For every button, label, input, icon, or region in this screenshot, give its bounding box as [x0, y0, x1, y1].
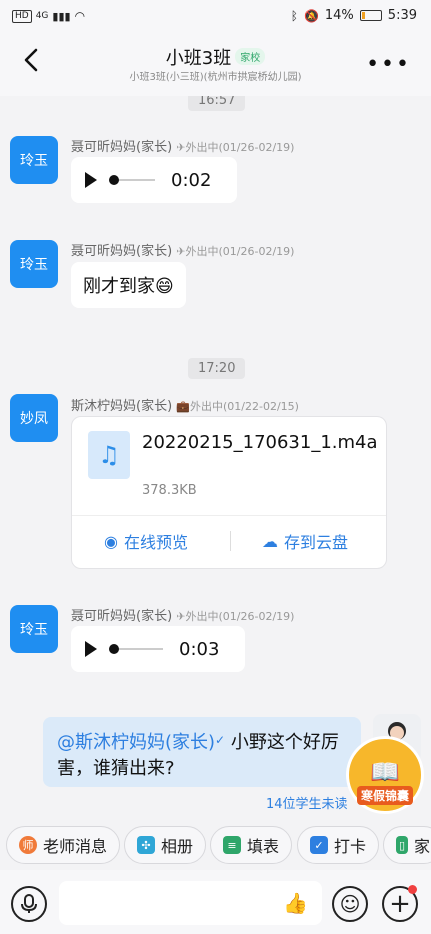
quick-action-bar[interactable]: 师老师消息 ✣ 相册 ≡ 填表 ✓ 打卡 ▯ 家	[0, 826, 431, 870]
time-divider: 17:20	[188, 358, 246, 379]
sender-status: 外出中(01/26-02/19)	[185, 245, 295, 258]
travel-icon: ✈	[176, 141, 186, 154]
briefcase-icon: 💼	[176, 400, 190, 413]
quick-label: 填表	[247, 837, 280, 856]
voice-progress	[109, 175, 155, 185]
voice-input-button[interactable]	[11, 886, 47, 922]
my-message[interactable]: @斯沐柠妈妈(家长)✓ 小野这个好厉害，谁猜出来?	[43, 717, 361, 787]
verified-icon: ✓	[215, 733, 226, 747]
sender-status: 外出中(01/26-02/19)	[185, 141, 295, 154]
plus-icon: +	[389, 889, 411, 919]
travel-icon: ✈	[176, 245, 186, 258]
thumbs-up-icon[interactable]: 👍	[283, 891, 308, 915]
checkin-icon: ✓	[310, 836, 328, 854]
mute-icon: 🔕	[303, 8, 319, 23]
message-text: 刚才到家	[83, 276, 155, 297]
smiley-icon: ☺	[339, 892, 361, 916]
file-name: 20220215_170631_1.m4a	[142, 432, 378, 453]
network-type: 4G	[35, 11, 49, 21]
sender-line: 聂可昕妈妈(家长) ✈外出中(01/26-02/19)	[71, 605, 294, 624]
fill-form-button[interactable]: ≡ 填表	[210, 826, 293, 864]
bluetooth-icon: ᛒ	[290, 8, 298, 23]
save-label: 存到云盘	[284, 533, 349, 552]
form-icon: ≡	[223, 836, 241, 854]
avatar[interactable]: 妙凤	[10, 394, 58, 442]
sender-name: 聂可昕妈妈(家长)	[71, 244, 173, 259]
message-input[interactable]: 👍	[59, 881, 322, 925]
mention-link[interactable]: @斯沐柠妈妈(家长)	[57, 732, 215, 753]
cloud-icon: ☁	[262, 531, 278, 551]
audio-file-icon: ♫	[88, 431, 130, 479]
status-bar: HD 4G ▮▮▮ ◠ ᛒ 🔕 14% 5:39	[0, 0, 431, 34]
preview-label: 在线预览	[123, 533, 188, 552]
input-bar: 👍 ☺ +	[0, 870, 431, 934]
teacher-message-button[interactable]: 师老师消息	[6, 826, 121, 864]
sender-status: 外出中(01/26-02/19)	[185, 610, 295, 623]
battery-percent: 14%	[324, 8, 354, 23]
voice-duration: 0:03	[179, 638, 220, 660]
file-message[interactable]: ♫ 20220215_170631_1.m4a 378.3KB ◉ 在线预览 ☁ 存…	[71, 416, 387, 569]
voice-progress	[109, 644, 163, 654]
microphone-icon	[21, 894, 37, 913]
quick-label: 家	[413, 837, 430, 856]
avatar[interactable]: 玲玉	[10, 136, 58, 184]
book-icon: 📖	[370, 758, 400, 786]
sender-name: 斯沐柠妈妈(家长)	[71, 399, 173, 414]
notification-dot	[408, 885, 417, 894]
chat-header: 小班3班 家校 小班3班(小三班)(杭州市拱宸桥幼儿园) •••	[0, 34, 431, 96]
sender-line: 聂可昕妈妈(家长) ✈外出中(01/26-02/19)	[71, 240, 294, 259]
album-button[interactable]: ✣ 相册	[124, 826, 207, 864]
promo-label: 寒假锦囊	[356, 786, 413, 805]
sender-name: 聂可昕妈妈(家长)	[71, 140, 173, 155]
pinwheel-icon: ✣	[137, 836, 155, 854]
text-message[interactable]: 刚才到家😄	[71, 262, 186, 308]
sender-line: 斯沐柠妈妈(家长) 💼外出中(01/22-02/15)	[71, 395, 299, 414]
unread-count[interactable]: 14位学生未读	[266, 793, 348, 812]
voice-message[interactable]: 0:03	[71, 626, 245, 672]
avatar[interactable]: 玲玉	[10, 240, 58, 288]
wifi-icon: ◠	[74, 9, 86, 23]
play-icon[interactable]	[85, 172, 97, 188]
battery-icon	[359, 10, 382, 21]
chat-title: 小班3班	[165, 48, 232, 69]
clock: 5:39	[387, 8, 417, 23]
quick-label: 老师消息	[43, 837, 108, 856]
message-list[interactable]: 16:57 玲玉 聂可昕妈妈(家长) ✈外出中(01/26-02/19) 0:0…	[0, 96, 431, 826]
voice-duration: 0:02	[171, 169, 212, 191]
sender-status: 外出中(01/22-02/15)	[190, 400, 299, 413]
preview-online-button[interactable]: ◉ 在线预览	[104, 529, 188, 553]
sender-line: 聂可昕妈妈(家长) ✈外出中(01/26-02/19)	[71, 136, 294, 155]
emoji-button[interactable]: ☺	[332, 886, 368, 922]
hd-icon: HD	[12, 9, 32, 23]
grin-emoji-icon: 😄	[155, 276, 174, 297]
teacher-icon: 师	[19, 836, 37, 854]
travel-icon: ✈	[176, 610, 186, 623]
save-to-cloud-button[interactable]: ☁ 存到云盘	[262, 529, 348, 553]
quick-label: 打卡	[334, 837, 367, 856]
group-tag: 家校	[235, 48, 266, 65]
quick-label: 相册	[161, 837, 194, 856]
signal-icon: ▮▮▮	[52, 9, 71, 23]
sender-name: 聂可昕妈妈(家长)	[71, 609, 173, 624]
home-icon: ▯	[396, 836, 408, 854]
winter-tips-badge[interactable]: 📖 寒假锦囊	[346, 736, 424, 814]
file-size: 378.3KB	[142, 483, 197, 498]
checkin-button[interactable]: ✓ 打卡	[297, 826, 380, 864]
avatar[interactable]: 玲玉	[10, 605, 58, 653]
home-button[interactable]: ▯ 家	[383, 826, 431, 864]
eye-icon: ◉	[104, 531, 118, 551]
time-divider: 16:57	[188, 96, 246, 111]
play-icon[interactable]	[85, 641, 97, 657]
more-options-button[interactable]: •••	[366, 52, 411, 77]
voice-message[interactable]: 0:02	[71, 157, 237, 203]
